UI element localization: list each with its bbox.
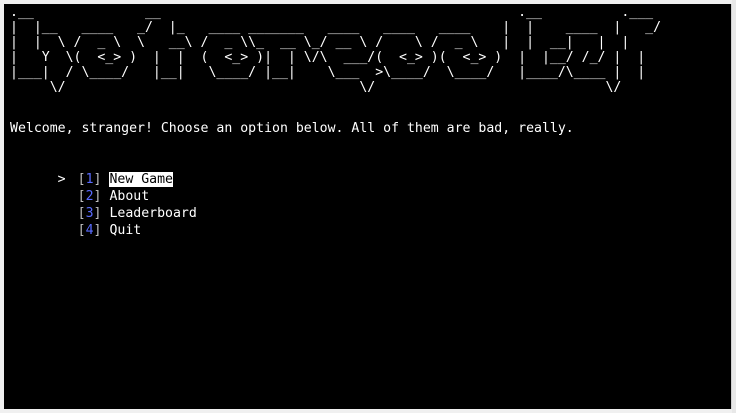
menu-item-leaderboard[interactable]: [3] Leaderboard (10, 188, 197, 221)
banner-line: | |__ ____ _/ |_ ____ _______ ____ ____ … (10, 20, 662, 35)
menu-item-about[interactable]: [2] About (10, 171, 150, 204)
ascii-art-banner: .__ __ .__ .___ | |__ ____ _/ |_ ____ __… (10, 5, 661, 95)
menu-item-new-game[interactable]: > [1] New Game (10, 154, 173, 187)
menu-key: 4 (85, 223, 94, 238)
terminal-window: .__ __ .__ .___ | |__ ____ _/ |_ ____ __… (0, 0, 736, 413)
welcome-message: Welcome, stranger! Choose an option belo… (10, 121, 574, 136)
menu-item-label: Quit (109, 223, 142, 238)
banner-line: | Y \( <_> ) | | ( <_> )| | \/\ ___/( <_… (10, 50, 646, 65)
menu-item-quit[interactable]: [4] Quit (10, 205, 142, 238)
window-scrollbar[interactable] (732, 0, 736, 413)
terminal-screen[interactable]: .__ __ .__ .___ | |__ ____ _/ |_ ____ __… (4, 4, 732, 409)
banner-line: | | \ / _ \ \ __\ / _ \\_ __ \_/ __ \ / … (10, 35, 630, 50)
banner-line: |___| / \____/ |__| \____/ |__| \___ >\_… (10, 65, 646, 80)
banner-line: \/ \/ \/ (10, 80, 622, 95)
menu-key-bracket-open: [ (77, 223, 86, 238)
menu-key-bracket-close: ] (93, 223, 102, 238)
banner-line: .__ __ .__ .___ (10, 5, 654, 20)
